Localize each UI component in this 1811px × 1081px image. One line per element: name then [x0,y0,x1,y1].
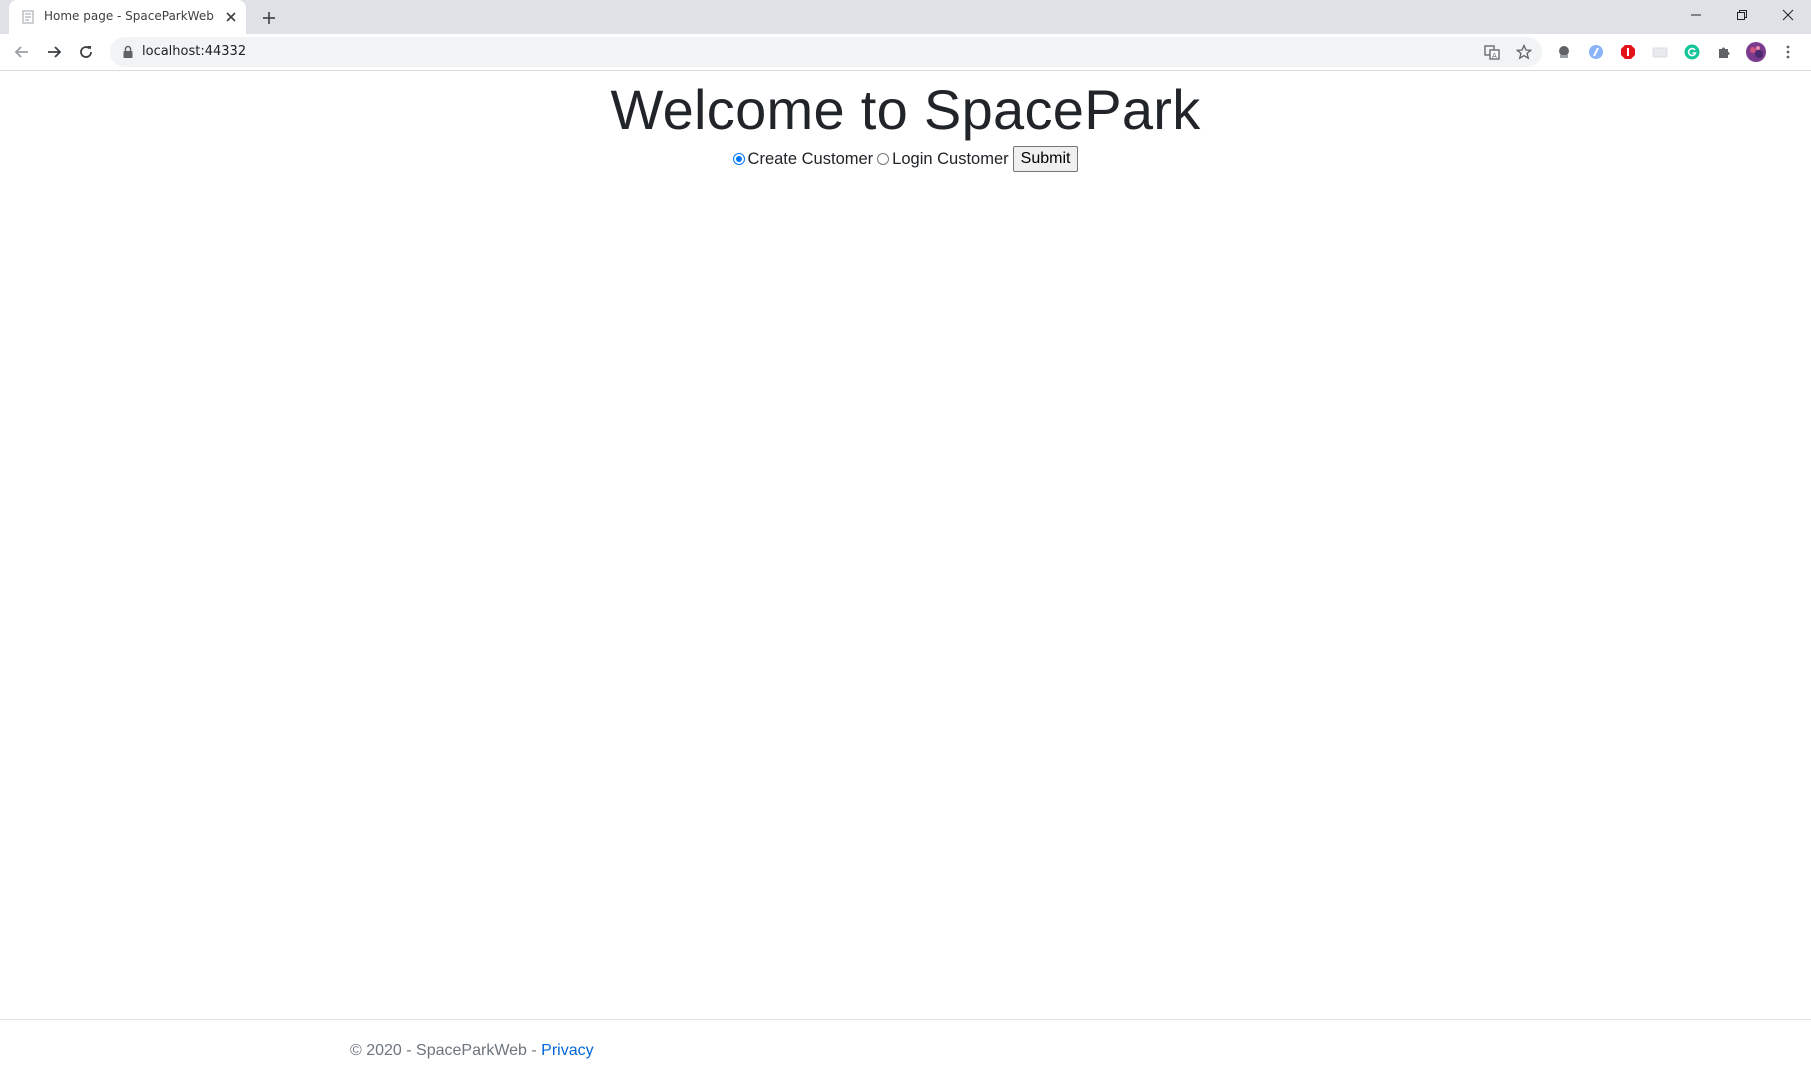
lock-icon[interactable] [122,45,134,59]
submit-button[interactable]: Submit [1012,146,1079,172]
extension-2-icon[interactable] [1586,42,1606,62]
puzzle-icon[interactable] [1714,42,1734,62]
kebab-menu-icon[interactable] [1778,42,1798,62]
close-icon[interactable] [222,8,240,26]
plus-icon[interactable] [258,7,280,29]
address-bar[interactable]: localhost:44332 A [110,37,1542,67]
page-content: Welcome to SpacePark Create Customer Log… [0,71,1811,1080]
translate-icon[interactable]: A [1482,42,1502,62]
tab-bar: Home page - SpaceParkWeb [0,0,1811,34]
close-window-icon[interactable] [1765,0,1811,30]
page-title: Welcome to SpacePark [610,78,1201,141]
footer-text: © 2020 - SpaceParkWeb - Privacy [350,1042,594,1060]
privacy-link[interactable]: Privacy [541,1042,593,1059]
page-icon [22,10,34,24]
arrow-left-icon[interactable] [10,40,34,64]
page-footer: © 2020 - SpaceParkWeb - Privacy [0,1019,1811,1081]
url-text[interactable]: localhost:44332 [142,44,246,59]
restore-icon[interactable] [1719,0,1765,30]
reload-icon[interactable] [74,40,98,64]
star-icon[interactable] [1514,42,1534,62]
browser-tab[interactable]: Home page - SpaceParkWeb [9,0,246,34]
minimize-icon[interactable] [1673,0,1719,30]
grammarly-icon[interactable] [1682,42,1702,62]
avatar-icon[interactable] [1746,42,1766,62]
adblock-icon[interactable] [1618,42,1638,62]
extension-1-icon[interactable] [1554,42,1574,62]
tab-title: Home page - SpaceParkWeb [44,9,214,23]
browser-toolbar: localhost:44332 A [0,34,1811,71]
browser-chrome: Home page - SpaceParkWeb localhost:44332… [0,0,1811,71]
create-customer-radio[interactable] [732,153,745,165]
login-customer-label[interactable]: Login Customer [892,150,1008,169]
customer-form: Create Customer Login Customer Submit [0,146,1811,172]
extension-4-icon[interactable] [1650,42,1670,62]
svg-text:A: A [1492,52,1497,60]
login-customer-radio[interactable] [877,153,890,165]
create-customer-label[interactable]: Create Customer [748,150,874,169]
arrow-right-icon[interactable] [42,40,66,64]
copyright-text: © 2020 - SpaceParkWeb - [350,1042,542,1059]
